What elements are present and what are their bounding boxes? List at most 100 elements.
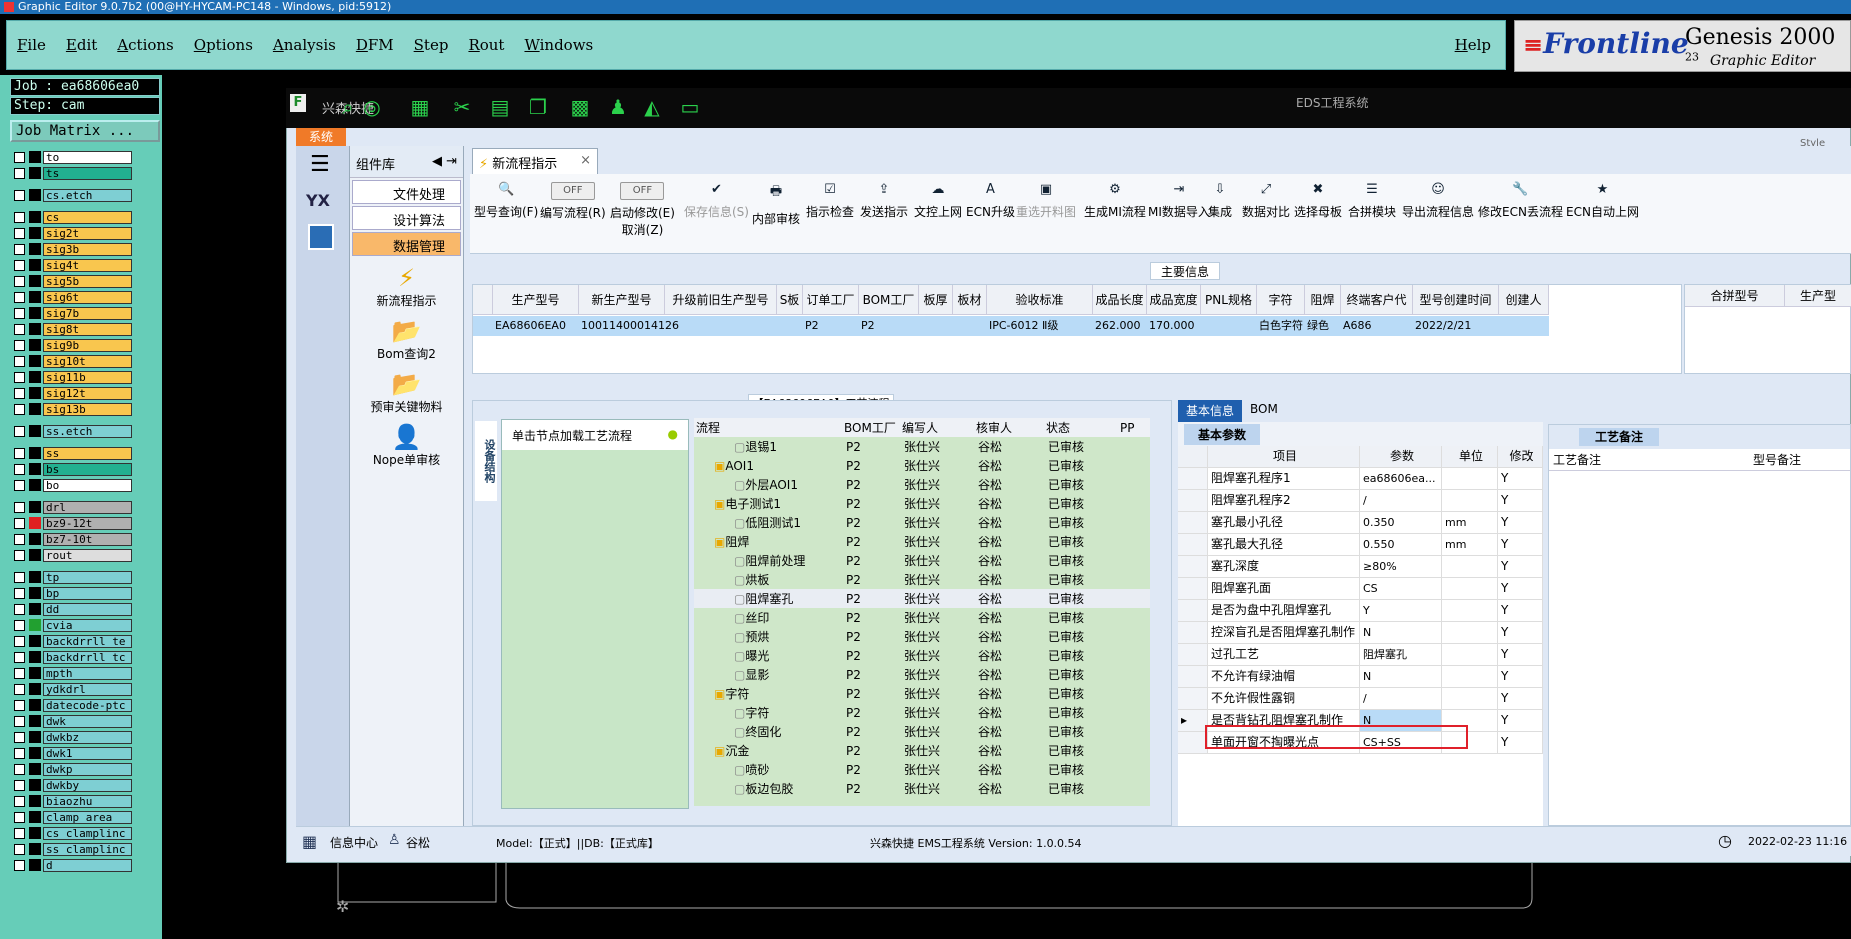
tree-row[interactable]: ▢ 字符 P2 张仕兴 谷松 已审核 (694, 703, 1150, 722)
layer-name[interactable]: sig11b (43, 370, 132, 384)
grid-header[interactable]: 创建人 (1499, 285, 1549, 315)
ribbon-button-0[interactable]: 🔍 型号查询(F) (474, 182, 538, 220)
ribbon-button-7[interactable]: ☁ 文控上网 (914, 182, 962, 220)
grid-cell[interactable]: 170.000 (1149, 316, 1203, 336)
layer-checkbox[interactable] (14, 355, 25, 367)
layer-row[interactable]: sig6t (12, 290, 132, 304)
grid-header[interactable]: 成品长度 (1093, 285, 1147, 315)
lifebuoy-icon[interactable]: ◎ (360, 96, 384, 118)
layer-name[interactable]: sig3b (43, 242, 132, 256)
tree-row[interactable]: ▢ 显影 P2 张仕兴 谷松 已审核 (694, 665, 1150, 684)
param-cell-v[interactable]: / (1360, 490, 1442, 511)
layer-name[interactable]: ts (43, 166, 132, 180)
scissors-icon[interactable]: ✂ (450, 96, 474, 118)
layer-name[interactable]: datecode-ptc (43, 698, 132, 712)
chart-icon[interactable]: ◭ (640, 96, 664, 118)
layer-checkbox[interactable] (14, 403, 25, 415)
ribbon-button-15[interactable]: ☰ 合拼模块 (1348, 182, 1396, 220)
grid-header[interactable]: BOM工厂 (859, 285, 919, 315)
calc-icon[interactable] (308, 224, 334, 250)
param-row[interactable]: 不允许假性露铜 / Y (1178, 688, 1543, 710)
layer-checkbox[interactable] (14, 699, 25, 711)
layer-checkbox[interactable] (14, 731, 25, 743)
layer-row[interactable]: bs (12, 462, 132, 476)
click-hint[interactable]: 单击节点加载工艺流程 ● (502, 420, 688, 450)
param-row[interactable]: 不允许有绿油帽 N Y (1178, 666, 1543, 688)
toggle-switch[interactable]: OFF (550, 182, 595, 200)
layer-row[interactable]: dwkp (12, 762, 132, 776)
layer-row[interactable]: bz9-12t (12, 516, 132, 530)
layer-row[interactable]: sig3b (12, 242, 132, 256)
layer-checkbox[interactable] (14, 151, 25, 163)
sidebar-tool-3[interactable]: 👤 Nope单审核 (350, 423, 463, 468)
param-header-cell[interactable]: 项目 (1208, 446, 1360, 467)
grid-header[interactable]: 成品宽度 (1147, 285, 1201, 315)
param-cell-v[interactable]: N (1360, 666, 1442, 687)
layer-row[interactable]: dwk1 (12, 746, 132, 760)
menu-analysis[interactable]: Analysis (273, 36, 336, 54)
layer-name[interactable]: ss.etch (43, 424, 132, 438)
note-title[interactable]: 工艺备注 (1579, 428, 1660, 446)
tree-node[interactable]: ▢ 喷砂 (694, 761, 842, 778)
layer-name[interactable]: sig10t (43, 354, 132, 368)
layer-name[interactable]: bz9-12t (43, 516, 132, 530)
search-icon[interactable]: ⌕ (336, 96, 360, 118)
tree-node[interactable]: ▣ AOI1 (694, 459, 842, 473)
sidebar-tool-0[interactable]: ⚡ 新流程指示 (350, 264, 463, 309)
layer-name[interactable]: rout (43, 548, 132, 562)
tab-new-process[interactable]: ⚡ 新流程指示 × (472, 148, 598, 174)
layer-checkbox[interactable] (14, 635, 25, 647)
param-header-cell[interactable]: 修改 (1498, 446, 1543, 467)
tree-header-cell[interactable]: BOM工厂 (842, 419, 900, 436)
layer-name[interactable]: ss (43, 446, 132, 460)
film-icon[interactable]: ▤ (488, 96, 512, 118)
layer-checkbox[interactable] (14, 425, 25, 437)
tree-row[interactable]: ▢ 阻焊前处理 P2 张仕兴 谷松 已审核 (694, 551, 1150, 570)
ribbon-button-5[interactable]: ☑ 指示检查 (806, 182, 854, 220)
layer-row[interactable]: sig8t (12, 322, 132, 336)
tree-node[interactable]: ▣ 阻焊 (694, 533, 842, 550)
menu-windows[interactable]: Windows (524, 36, 593, 54)
layer-checkbox[interactable] (14, 243, 25, 255)
grid-cell[interactable]: IPC-6012 Ⅱ级 (989, 316, 1095, 336)
tree-header-cell[interactable]: 编写人 (900, 419, 974, 436)
layer-checkbox[interactable] (14, 501, 25, 513)
grid-header[interactable]: 型号创建时间 (1413, 285, 1499, 315)
layer-name[interactable]: drl (43, 500, 132, 514)
tree-row[interactable]: ▢ 外层AOI1 P2 张仕兴 谷松 已审核 (694, 475, 1150, 494)
layer-row[interactable]: ts (12, 166, 132, 180)
param-cell-v[interactable]: 0.550 (1360, 534, 1442, 555)
layer-checkbox[interactable] (14, 843, 25, 855)
monitor-icon[interactable]: ▭ (678, 96, 702, 118)
grid-header[interactable]: 验收标准 (987, 285, 1093, 315)
layer-row[interactable]: sig9b (12, 338, 132, 352)
ribbon-button-14[interactable]: ✖ 选择母板 (1294, 182, 1342, 220)
layer-name[interactable]: ydkdrl (43, 682, 132, 696)
layer-name[interactable]: sig12t (43, 386, 132, 400)
tree-row[interactable]: ▢ 预烘 P2 张仕兴 谷松 已审核 (694, 627, 1150, 646)
layer-row[interactable]: datecode-ptc (12, 698, 132, 712)
layer-checkbox[interactable] (14, 371, 25, 383)
layer-name[interactable]: dwkbz (43, 730, 132, 744)
layer-row[interactable]: rout (12, 548, 132, 562)
grid-cell[interactable]: 2022/2/21 (1415, 316, 1501, 336)
param-row[interactable]: 过孔工艺 阻焊塞孔 Y (1178, 644, 1543, 666)
ribbon-button-1[interactable]: OFF 编写流程(R) (540, 182, 606, 221)
layer-row[interactable]: bp (12, 586, 132, 600)
tree-node[interactable]: ▢ 烘板 (694, 571, 842, 588)
ribbon-button-3[interactable]: ✔ 保存信息(S) (684, 182, 749, 220)
layer-checkbox[interactable] (14, 619, 25, 631)
layer-row[interactable]: cs.etch (12, 188, 132, 202)
param-cell-v[interactable]: N (1360, 622, 1442, 643)
layer-checkbox[interactable] (14, 227, 25, 239)
layer-row[interactable]: mpth (12, 666, 132, 680)
layer-row[interactable]: sig10t (12, 354, 132, 368)
layer-name[interactable]: dwk1 (43, 746, 132, 760)
layer-name[interactable]: dwk (43, 714, 132, 728)
layer-name[interactable]: dwkby (43, 778, 132, 792)
tree-node[interactable]: ▢ 板边包胶 (694, 780, 842, 797)
layer-row[interactable]: cs (12, 210, 132, 224)
layer-name[interactable]: sig6t (43, 290, 132, 304)
layer-checkbox[interactable] (14, 811, 25, 823)
layer-name[interactable]: sig9b (43, 338, 132, 352)
